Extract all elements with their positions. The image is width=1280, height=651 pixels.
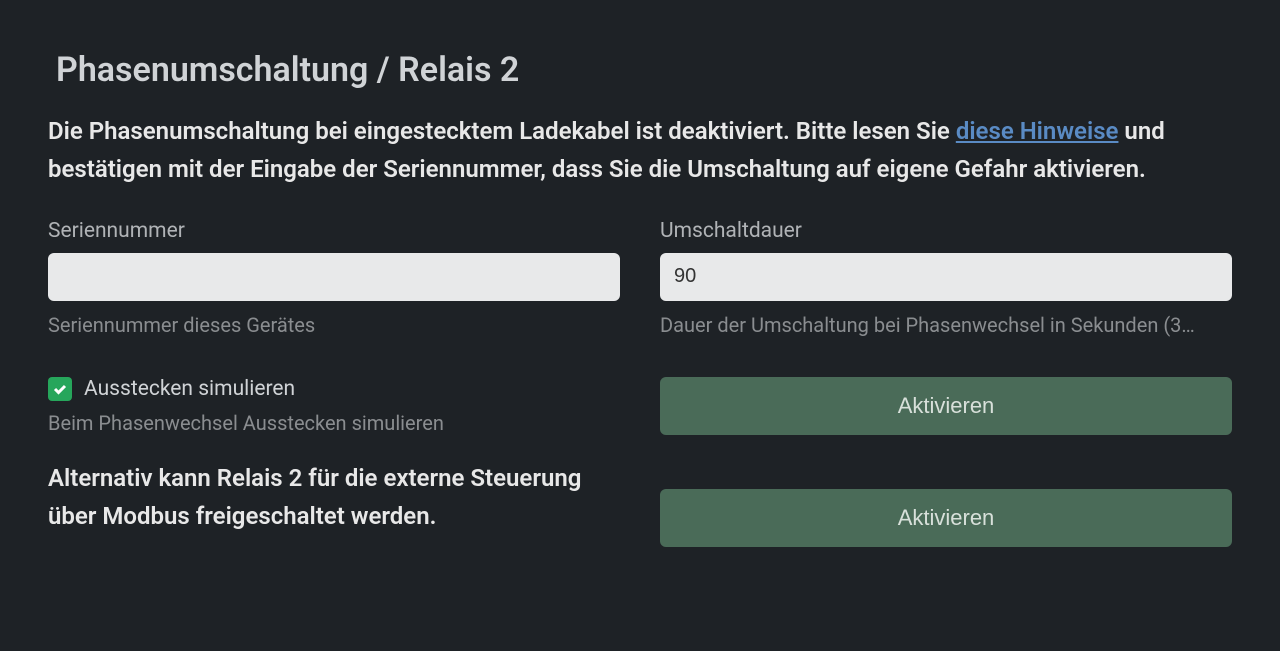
simulate-unplug-help: Beim Phasenwechsel Ausstecken simulieren [48,411,620,435]
duration-help: Dauer der Umschaltung bei Phasenwechsel … [660,313,1232,337]
serial-help: Seriennummer dieses Gerätes [48,313,620,337]
phase-switch-description: Die Phasenumschaltung bei eingestecktem … [48,112,1232,189]
left-lower-col: Ausstecken simulieren Beim Phasenwechsel… [48,377,620,547]
description-before: Die Phasenumschaltung bei eingestecktem … [48,117,956,145]
duration-field-group: Umschaltdauer Dauer der Umschaltung bei … [660,219,1232,337]
simulate-unplug-row: Ausstecken simulieren [48,377,620,401]
serial-input[interactable] [48,253,620,301]
activate-modbus-button[interactable]: Aktivieren [660,489,1232,547]
serial-label: Seriennummer [48,219,620,243]
serial-field-group: Seriennummer Seriennummer dieses Gerätes [48,219,620,337]
activate-phase-button[interactable]: Aktivieren [660,377,1232,435]
duration-label: Umschaltdauer [660,219,1232,243]
checkmark-icon [52,381,68,397]
lower-row: Ausstecken simulieren Beim Phasenwechsel… [48,377,1232,547]
simulate-unplug-checkbox[interactable] [48,377,72,401]
modbus-description: Alternativ kann Relais 2 für die externe… [48,459,620,536]
duration-input[interactable] [660,253,1232,301]
right-lower-col: Aktivieren Aktivieren [660,377,1232,547]
simulate-unplug-label[interactable]: Ausstecken simulieren [84,377,295,401]
hints-link[interactable]: diese Hinweise [956,117,1119,145]
form-row: Seriennummer Seriennummer dieses Gerätes… [48,219,1232,337]
page-title: Phasenumschaltung / Relais 2 [56,50,1232,90]
